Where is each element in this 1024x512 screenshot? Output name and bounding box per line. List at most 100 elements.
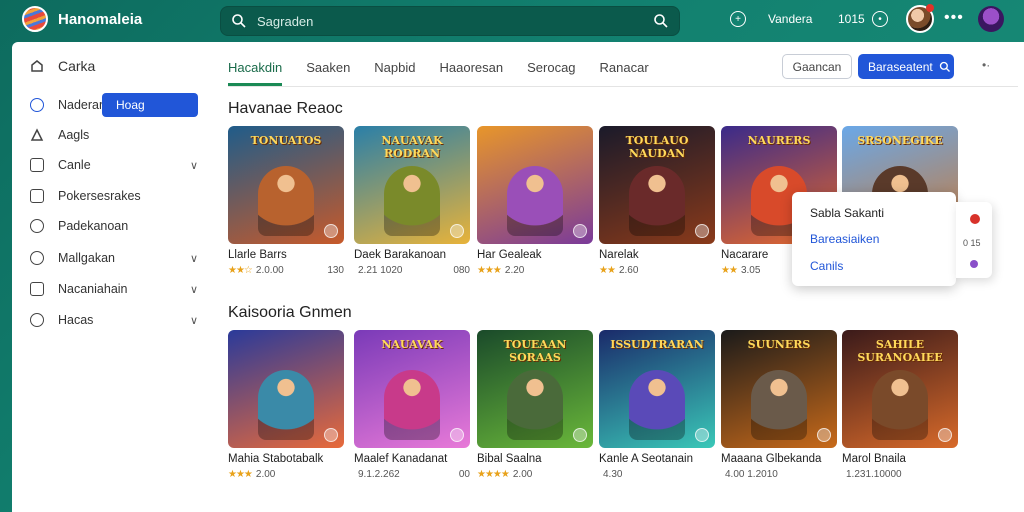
game-title: Har Gealeak — [477, 249, 542, 261]
game-card[interactable]: SAHILE SURANOAIEE Marol Bnaila 1.231.10000 — [842, 330, 958, 481]
primary-button-label: Baraseatent — [868, 59, 933, 74]
game-meta: ★★★★ 2.00 — [477, 469, 593, 481]
character-art — [384, 370, 440, 440]
chevron-down-icon[interactable]: ∨ — [190, 314, 198, 327]
character-art — [258, 370, 314, 440]
settings-icon[interactable]: • — [872, 11, 888, 27]
game-logo-text: TOUEAAN SORAAS — [503, 338, 567, 364]
tab-ranacar[interactable]: Ranacar — [600, 54, 649, 86]
platform-badge-icon — [817, 428, 831, 442]
platform-badge-icon — [573, 428, 587, 442]
game-card[interactable]: Mahia Stabotabalk ★★★ 2.00 — [228, 330, 344, 481]
game-card[interactable]: NAUAVAK Maalef Kanadanat 9.1.2.262 00 — [354, 330, 470, 481]
search-bar[interactable] — [220, 6, 680, 36]
sidebar-header[interactable]: Carka — [30, 54, 208, 78]
search-submit-icon[interactable] — [653, 13, 669, 29]
download-count: 00 — [458, 469, 470, 480]
more-options-icon[interactable]: ••• — [944, 9, 964, 27]
home-icon — [31, 60, 43, 72]
game-meta: 2.21 1020 080 — [354, 265, 470, 277]
sidebar-item-label: Aagls — [58, 128, 90, 142]
more-menu-icon[interactable]: •· — [982, 58, 990, 72]
game-title: Maaana Glbekanda — [721, 453, 822, 465]
shield-icon — [30, 251, 44, 265]
popup-item[interactable]: Bareasiaiken — [810, 232, 879, 246]
sidebar-item-aagls[interactable]: Aagls — [30, 123, 208, 147]
game-thumbnail[interactable] — [477, 126, 593, 244]
calendar-icon — [30, 158, 44, 172]
rating-value: 3.05 — [740, 265, 761, 276]
top-label-2[interactable]: 1015 — [838, 0, 865, 38]
sidebar-item-pokersesrakes[interactable]: Pokersesrakes — [30, 184, 208, 208]
game-meta: ★★★ 2.20 — [477, 265, 593, 277]
popup-item[interactable]: Sabla Sakanti — [810, 206, 884, 220]
platform-badge-icon — [324, 224, 338, 238]
triangle-icon — [30, 128, 44, 141]
app-title: Hanomaleia — [58, 11, 143, 28]
game-thumbnail[interactable]: SUUNERS — [721, 330, 837, 448]
rating-stars: ★★ — [599, 265, 616, 276]
search-icon[interactable] — [231, 13, 247, 29]
sidebar-item-nacaniahain[interactable]: Nacaniahain ∨ — [30, 277, 208, 301]
side-mini-card[interactable]: 0 15 — [956, 202, 992, 278]
game-logo-text: SRSONEGIKE — [857, 134, 943, 147]
game-thumbnail[interactable] — [228, 330, 344, 448]
status-dot-icon — [970, 260, 978, 268]
tab-napbid[interactable]: Napbid — [374, 54, 415, 86]
game-logo-text: NAUAVAK — [381, 338, 443, 351]
section-title: Havanae Reaoc — [228, 100, 343, 117]
game-card[interactable]: TOULAUO NAUDAN Narelak ★★ 2.60 — [599, 126, 715, 277]
chevron-down-icon[interactable]: ∨ — [190, 283, 198, 296]
rating-value: 2.20 — [504, 265, 525, 276]
game-card[interactable]: ISSUDTRARAN Kanle A Seotanain 4.30 — [599, 330, 715, 481]
add-icon[interactable]: + — [730, 11, 746, 27]
sidebar-item-canle[interactable]: Canle ∨ — [30, 153, 208, 177]
tab-hacakdin[interactable]: Hacakdin — [228, 54, 283, 86]
search-input[interactable] — [257, 13, 653, 29]
game-thumbnail[interactable]: TOULAUO NAUDAN — [599, 126, 715, 244]
game-thumbnail[interactable]: NAUAVAK RODRAN — [354, 126, 470, 244]
rating-value: 2.60 — [618, 265, 639, 276]
game-card[interactable]: Har Gealeak ★★★ 2.20 — [477, 126, 593, 277]
tab-bar: Hacakdin Saaken Napbid Haaoresan Serocag… — [228, 54, 673, 86]
sidebar-pill[interactable]: Hoag — [102, 93, 198, 117]
sidebar: Carka Naderar Hoag Aagls Canle ∨ Pokerse… — [12, 42, 212, 512]
game-card[interactable]: SUUNERS Maaana Glbekanda 4.00 1.2010 — [721, 330, 837, 481]
game-thumbnail[interactable]: SAHILE SURANOAIEE — [842, 330, 958, 448]
platform-badge-icon — [450, 224, 464, 238]
game-thumbnail[interactable]: TONUATOS — [228, 126, 344, 244]
game-logo-text: ISSUDTRARAN — [610, 338, 704, 351]
sidebar-item-label: Naderar — [58, 98, 104, 112]
popup-item[interactable]: Canils — [810, 259, 843, 273]
game-card[interactable]: TONUATOS Llarle Barrs ★★☆ 2.0.00 130 — [228, 126, 344, 277]
main-panel: Carka Naderar Hoag Aagls Canle ∨ Pokerse… — [12, 42, 1024, 512]
primary-search-button[interactable]: Baraseatent — [858, 54, 954, 79]
game-thumbnail[interactable]: ISSUDTRARAN — [599, 330, 715, 448]
rating-stars: ★★ — [721, 265, 738, 276]
game-thumbnail[interactable]: NAUAVAK — [354, 330, 470, 448]
image-icon — [30, 282, 44, 296]
app-logo — [22, 6, 48, 32]
character-art — [384, 166, 440, 236]
outline-button[interactable]: Gaancan — [782, 54, 852, 79]
chevron-down-icon[interactable]: ∨ — [190, 159, 198, 172]
game-thumbnail[interactable]: TOUEAAN SORAAS — [477, 330, 593, 448]
game-meta: ★★☆ 2.0.00 130 — [228, 265, 344, 277]
sidebar-item-hacas[interactable]: Hacas ∨ — [30, 308, 208, 332]
secondary-avatar[interactable] — [978, 6, 1004, 32]
platform-badge-icon — [324, 428, 338, 442]
tab-haaoresan[interactable]: Haaoresan — [440, 54, 504, 86]
platform-badge-icon — [695, 428, 709, 442]
tab-serocag[interactable]: Serocag — [527, 54, 575, 86]
rating-stars: ★★☆ — [228, 265, 253, 276]
top-label-1[interactable]: Vandera — [768, 0, 812, 38]
game-card[interactable]: TOUEAAN SORAAS Bibal Saalna ★★★★ 2.00 — [477, 330, 593, 481]
game-card[interactable]: NAUAVAK RODRAN Daek Barakanoan 2.21 1020 08… — [354, 126, 470, 277]
sidebar-item-label: Nacaniahain — [58, 282, 128, 296]
sidebar-item-mallgakan[interactable]: Mallgakan ∨ — [30, 246, 208, 270]
chevron-down-icon[interactable]: ∨ — [190, 252, 198, 265]
tab-saaken[interactable]: Saaken — [306, 54, 350, 86]
sidebar-item-label: Canle — [58, 158, 91, 172]
sidebar-item-padekanoan[interactable]: Padekanoan — [30, 214, 208, 238]
character-art — [629, 166, 685, 236]
